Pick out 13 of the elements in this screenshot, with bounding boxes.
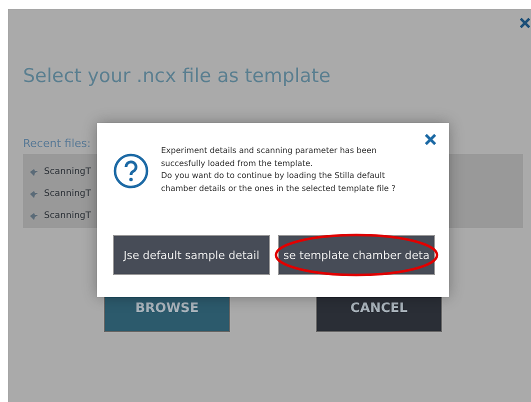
dialog-message: Experiment details and scanning parameter has been succesfully loaded from the template. Do you want do to continue by loading the Stilla default chamber details or the ones in the selected template file ? <box>161 145 396 195</box>
pin-icon <box>29 167 39 177</box>
pin-icon <box>29 211 39 221</box>
question-icon <box>113 153 149 189</box>
close-icon[interactable] <box>519 16 531 30</box>
dialog-button[interactable]: Jse default sample detail <box>113 235 270 275</box>
pin-icon <box>29 189 39 199</box>
page-title: Select your .ncx file as template <box>23 65 331 87</box>
recent-files-label: Recent files: <box>23 137 91 150</box>
close-icon[interactable] <box>424 133 437 146</box>
file-name[interactable]: ScanningT <box>44 211 91 221</box>
file-name[interactable]: ScanningT <box>44 189 91 199</box>
file-name[interactable]: ScanningT <box>44 167 91 177</box>
